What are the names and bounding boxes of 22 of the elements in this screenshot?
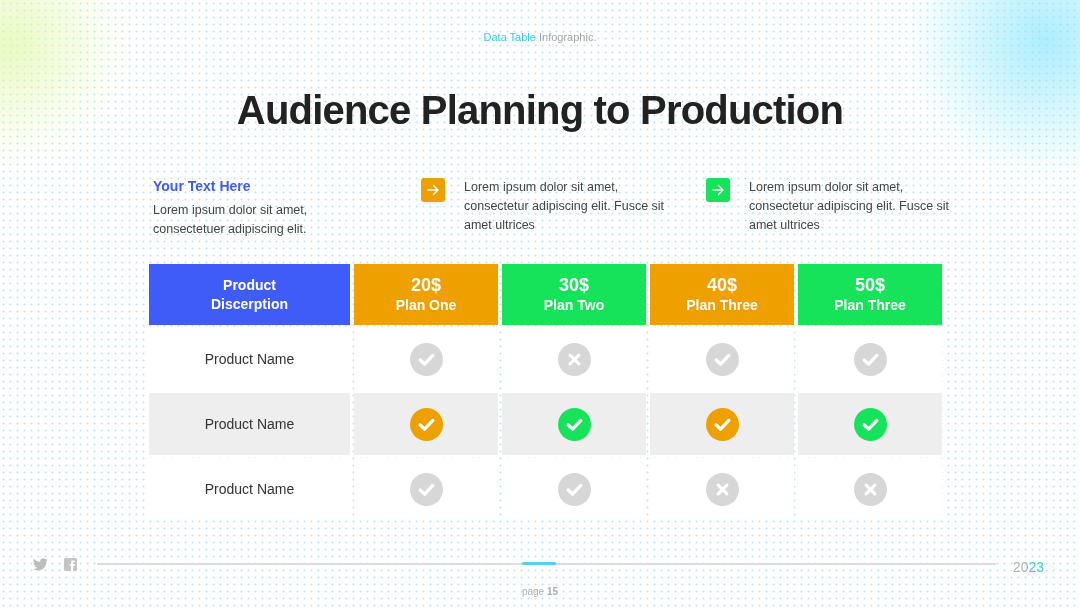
note-text: Lorem ipsum dolor sit amet, consectetur adipiscing elit. Fusce sit amet ultrices: [464, 179, 666, 234]
plan-price: 50$: [854, 275, 885, 296]
year-label: 2023: [1012, 559, 1044, 575]
note-text: Lorem ipsum dolor sit amet, consectetur adipiscing elit. Fusce sit amet ultrices: [749, 179, 951, 234]
plan-price: 30$: [558, 275, 589, 296]
plan-name: Plan Three: [834, 296, 906, 314]
plan-name: Plan Two: [543, 296, 605, 314]
header-cell: Product Discerption: [149, 264, 350, 325]
slide-kicker: Data Table Infographic.: [483, 30, 597, 44]
page-indicator: [522, 562, 556, 565]
plan-price: 40$: [706, 275, 737, 296]
plan-name: Plan Three: [686, 296, 758, 314]
table-cell: Product Name: [149, 328, 350, 390]
slide-title: Audience Planning to Production: [236, 87, 844, 134]
plan-price: 20$: [410, 275, 441, 296]
f-logo-icon: [64, 557, 77, 571]
plan-name: Plan One: [395, 296, 457, 314]
page-number: page 15: [521, 586, 559, 598]
intro-text: Lorem ipsum dolor sit amet, consectetuer adipiscing elit.: [153, 202, 309, 238]
bird-icon: [33, 557, 48, 571]
intro-heading: Your Text Here: [153, 178, 251, 195]
table-cell: Product Name: [149, 393, 350, 455]
